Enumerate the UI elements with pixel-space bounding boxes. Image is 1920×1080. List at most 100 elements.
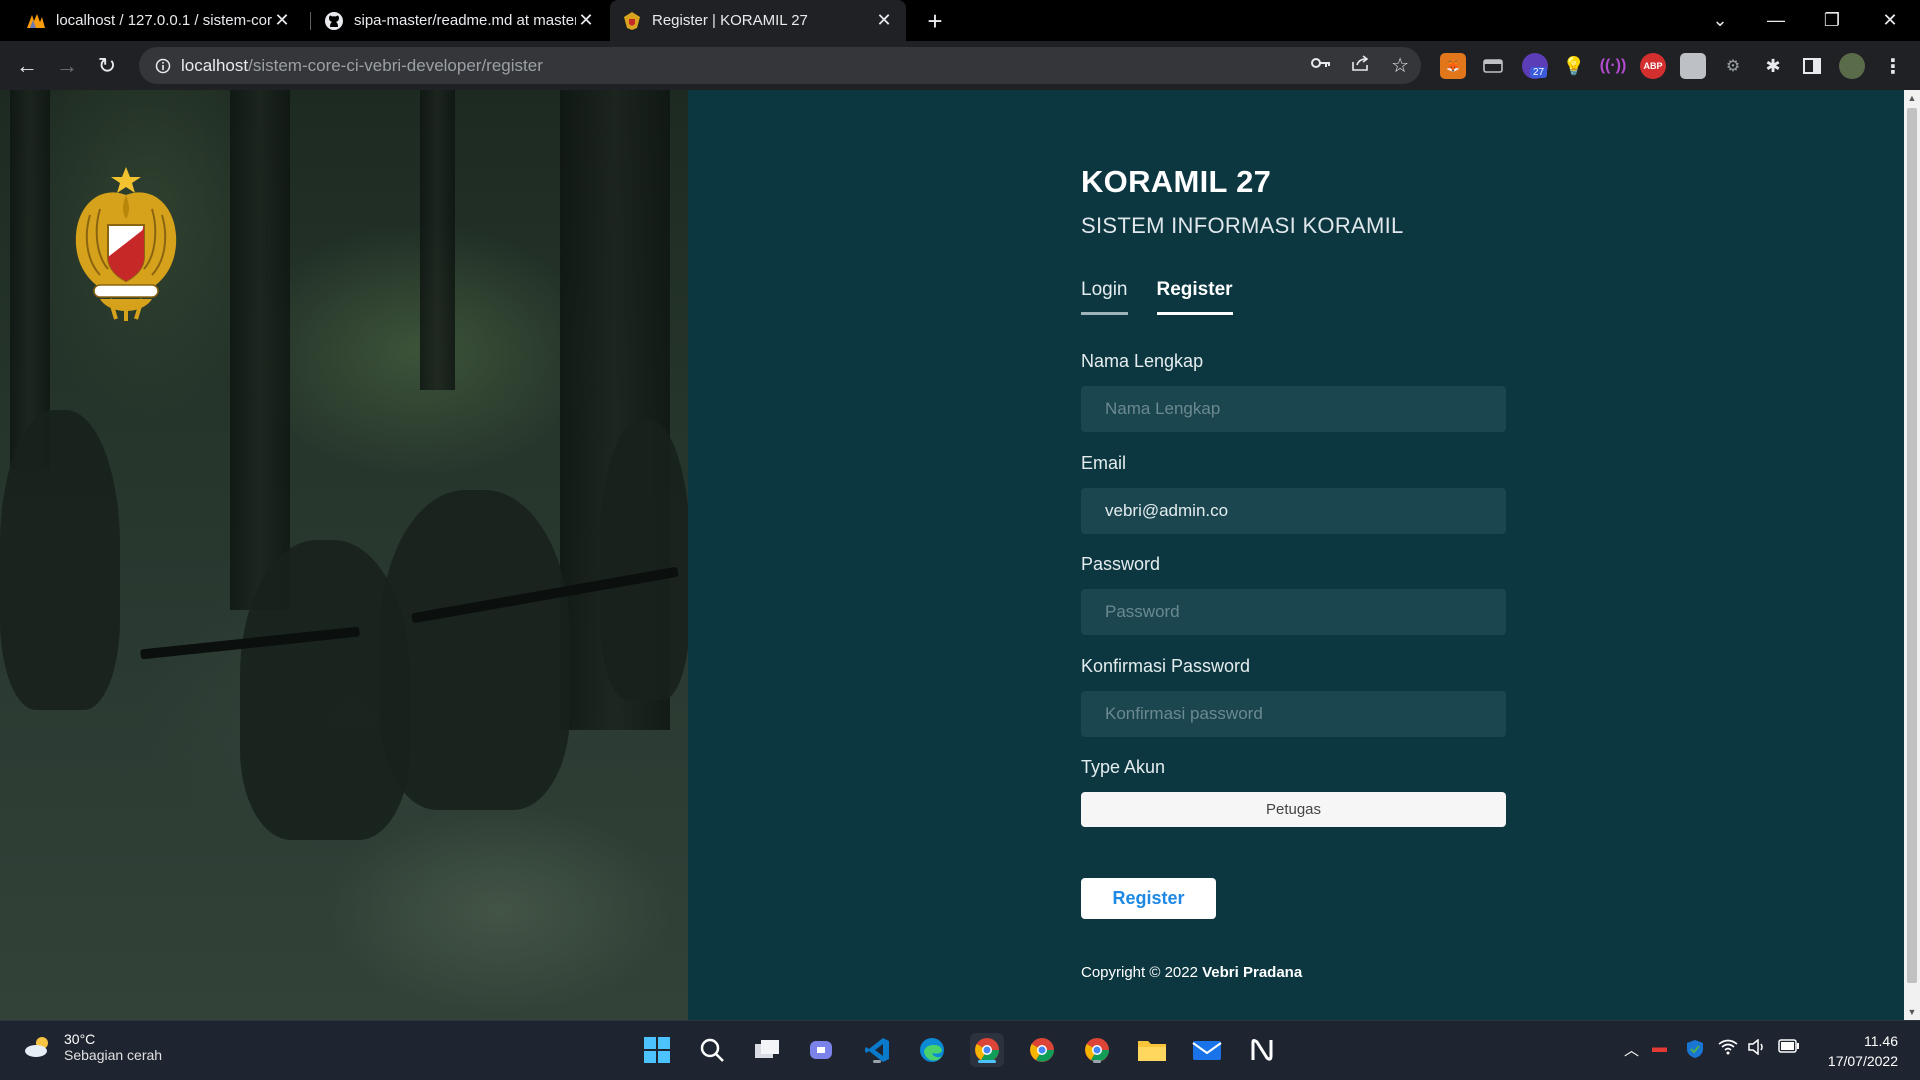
metamask-icon[interactable]: 🦊 (1440, 53, 1466, 79)
copyright-text: Copyright © 2022 (1081, 964, 1198, 981)
reload-icon[interactable]: ↻ (91, 50, 123, 82)
chrome-icon[interactable] (1025, 1033, 1059, 1067)
tab-register[interactable]: Register | KORAMIL 27 ✕ (610, 0, 906, 41)
task-view-icon[interactable] (750, 1033, 784, 1067)
type-akun-label: Type Akun (1081, 757, 1166, 777)
start-windows-icon[interactable] (640, 1033, 674, 1067)
file-explorer-icon[interactable] (1135, 1033, 1169, 1067)
chrome-dev-icon[interactable] (970, 1033, 1004, 1067)
close-window-button[interactable]: ✕ (1862, 0, 1918, 40)
url-path: /sistem-core-ci-vebri-developer/register (248, 55, 543, 75)
brand-subtitle: SISTEM INFORMASI KORAMIL (1081, 213, 1404, 238)
tab-login[interactable]: Login (1081, 279, 1128, 315)
tray-app-icon[interactable]: ▬ (1652, 1039, 1667, 1056)
notion-like-app-icon[interactable] (1245, 1033, 1279, 1067)
bookmark-star-icon[interactable]: ☆ (1391, 53, 1409, 78)
url-host: localhost (181, 55, 249, 75)
windows-taskbar: 30°C Sebagian cerah ︿ ▬ 11.46 17/07/2022 (0, 1020, 1920, 1080)
wifi-icon[interactable] (1718, 1039, 1738, 1059)
system-clock[interactable]: 11.46 17/07/2022 (1828, 1031, 1898, 1071)
extensions-puzzle-icon[interactable]: ✱ (1760, 53, 1786, 79)
new-tab-button[interactable]: + (920, 6, 950, 36)
email-input[interactable] (1081, 488, 1506, 534)
side-panel-icon[interactable] (1799, 53, 1825, 79)
tab-title: localhost / 127.0.0.1 / sistem-core (56, 12, 272, 29)
search-icon[interactable] (695, 1033, 729, 1067)
close-tab-icon[interactable]: ✕ (576, 10, 596, 31)
auth-tabs: Login Register (1081, 279, 1233, 315)
tab-separator (310, 12, 311, 30)
page-scrollbar[interactable]: ▲ ▼ (1904, 90, 1920, 1020)
battery-icon[interactable] (1778, 1039, 1800, 1057)
address-bar[interactable]: localhost/sistem-core-ci-vebri-developer… (139, 47, 1421, 84)
type-akun-selected: Petugas (1265, 801, 1322, 818)
register-page: KORAMIL 27 SISTEM INFORMASI KORAMIL Logi… (0, 90, 1904, 1020)
running-indicator (873, 1060, 881, 1063)
back-arrow-icon[interactable]: ← (11, 50, 43, 82)
share-icon[interactable] (1351, 54, 1371, 77)
github-icon (324, 11, 344, 31)
tree-trunk (230, 90, 290, 610)
password-input[interactable] (1081, 589, 1506, 635)
nama-lengkap-label: Nama Lengkap (1081, 351, 1204, 371)
extension-disabled-icon[interactable]: ⚙ (1720, 53, 1746, 79)
vscode-icon[interactable] (860, 1033, 894, 1067)
site-info-icon[interactable] (145, 58, 181, 74)
broadcast-icon[interactable]: ((·)) (1600, 53, 1627, 79)
mail-icon[interactable] (1190, 1033, 1224, 1067)
tab-phpmyadmin[interactable]: localhost / 127.0.0.1 / sistem-core ✕ (14, 0, 304, 41)
adblock-icon[interactable]: ABP (1640, 53, 1666, 79)
volume-icon[interactable] (1748, 1038, 1768, 1059)
browser-toolbar: ← → ↻ localhost/sistem-core-ci-vebri-dev… (0, 41, 1920, 90)
tab-register[interactable]: Register (1156, 279, 1233, 315)
brand-title: KORAMIL 27 (1081, 164, 1272, 199)
tray-overflow-chevron-icon[interactable]: ︿ (1624, 1039, 1639, 1060)
tab-strip: localhost / 127.0.0.1 / sistem-core ✕ si… (0, 0, 1920, 41)
clock-time: 11.46 (1864, 1033, 1898, 1049)
url-text[interactable]: localhost/sistem-core-ci-vebri-developer… (181, 56, 543, 76)
email-label: Email (1081, 453, 1127, 473)
scrollbar-thumb[interactable] (1907, 108, 1917, 983)
extension-window-icon[interactable] (1480, 53, 1506, 79)
restore-button[interactable]: ❐ (1804, 0, 1860, 40)
menu-kebab-icon[interactable]: ⋮ (1880, 53, 1906, 79)
soldier-silhouette (600, 420, 688, 700)
profile-avatar[interactable] (1839, 53, 1865, 79)
tab-title: Register | KORAMIL 27 (652, 12, 808, 29)
tab-title: sipa-master/readme.md at master (354, 12, 576, 29)
close-tab-icon[interactable]: ✕ (874, 10, 894, 31)
password-label: Password (1081, 554, 1161, 574)
extension-badge: 27 (1530, 67, 1548, 78)
konfirmasi-password-input[interactable] (1081, 691, 1506, 737)
minimize-button[interactable]: — (1748, 0, 1804, 40)
security-shield-icon[interactable] (1686, 1039, 1704, 1063)
koramil-emblem-icon (622, 11, 642, 31)
weather-desc: Sebagian cerah (64, 1047, 163, 1063)
nama-lengkap-input[interactable] (1081, 386, 1506, 432)
tab-search-icon[interactable]: ⌄ (1692, 0, 1748, 40)
scroll-down-arrow-icon[interactable]: ▼ (1904, 1004, 1920, 1020)
copyright-author: Vebri Pradana (1202, 964, 1303, 981)
forward-arrow-icon[interactable]: → (51, 50, 83, 82)
key-icon[interactable] (1311, 56, 1331, 75)
soldier-silhouette (0, 410, 120, 710)
tree-trunk (420, 90, 455, 390)
hero-background-image (0, 90, 688, 1020)
konfirmasi-password-label: Konfirmasi Password (1081, 656, 1251, 676)
koramil-emblem-logo (75, 167, 177, 321)
chrome-profile-icon[interactable] (1080, 1033, 1114, 1067)
register-button[interactable]: Register (1081, 878, 1216, 919)
close-tab-icon[interactable]: ✕ (272, 10, 292, 31)
weather-temp: 30°C (64, 1031, 96, 1047)
partly-cloudy-icon (25, 1037, 48, 1057)
lightbulb-icon[interactable]: 💡 (1561, 53, 1587, 79)
extension-grey-icon[interactable] (1680, 53, 1706, 79)
type-akun-select[interactable]: Petugas (1081, 792, 1506, 827)
scroll-up-arrow-icon[interactable]: ▲ (1904, 90, 1920, 106)
active-indicator (978, 1060, 996, 1063)
weather-widget[interactable]: 30°C Sebagian cerah (22, 1031, 162, 1063)
tab-github[interactable]: sipa-master/readme.md at master ✕ (312, 0, 608, 41)
copyright-footer: Copyright © 2022 Vebri Pradana (1081, 964, 1302, 981)
edge-icon[interactable] (915, 1033, 949, 1067)
teams-chat-icon[interactable] (805, 1033, 839, 1067)
